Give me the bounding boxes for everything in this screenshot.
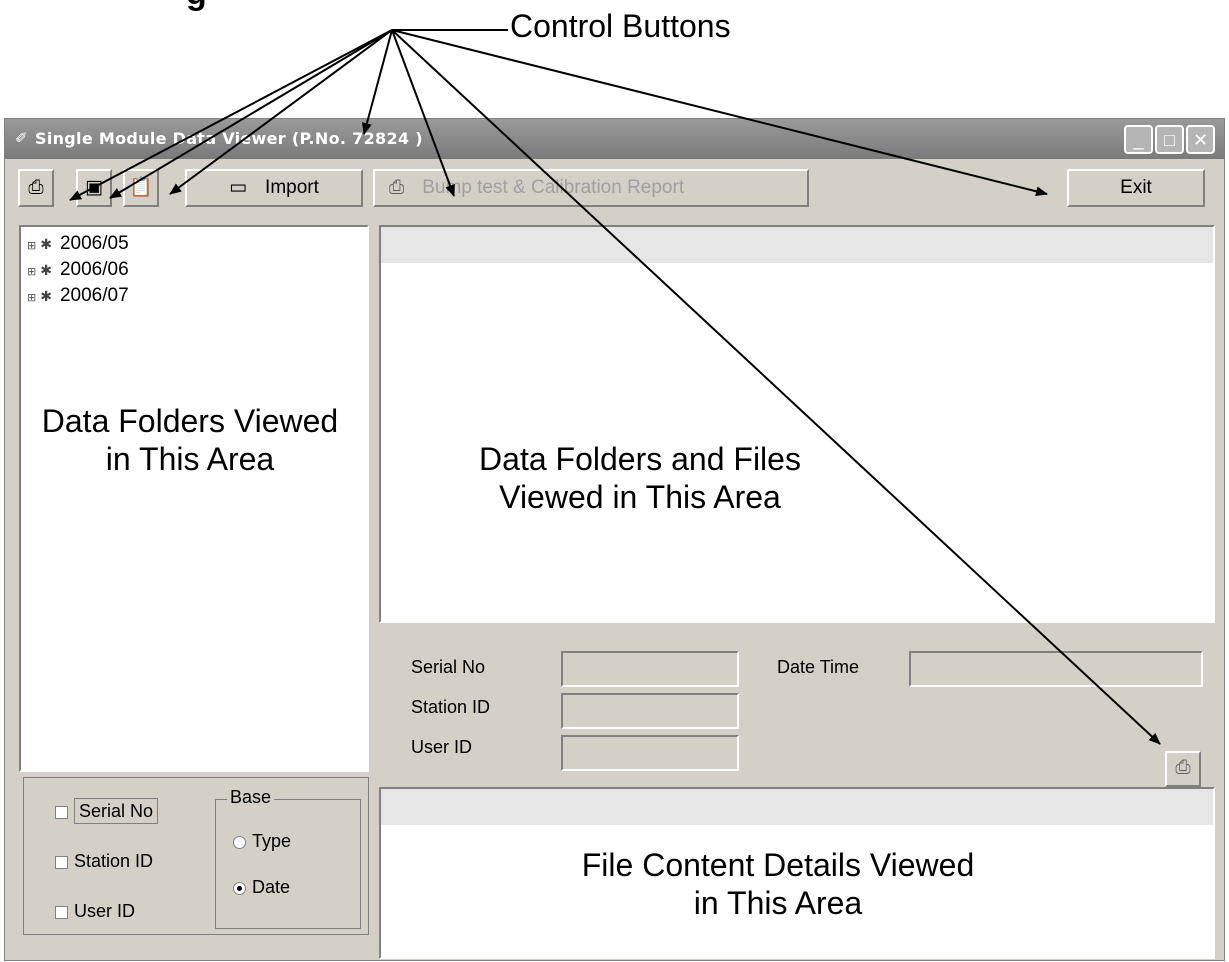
annotation-arrows [69, 29, 1161, 745]
arrow-clipboard [169, 29, 393, 195]
arrow-report [391, 29, 455, 197]
arrow-exit [391, 29, 1048, 197]
arrow-print-details [391, 29, 1161, 745]
arrow-print [69, 29, 393, 201]
arrow-save [109, 29, 393, 199]
arrow-import [362, 29, 393, 135]
